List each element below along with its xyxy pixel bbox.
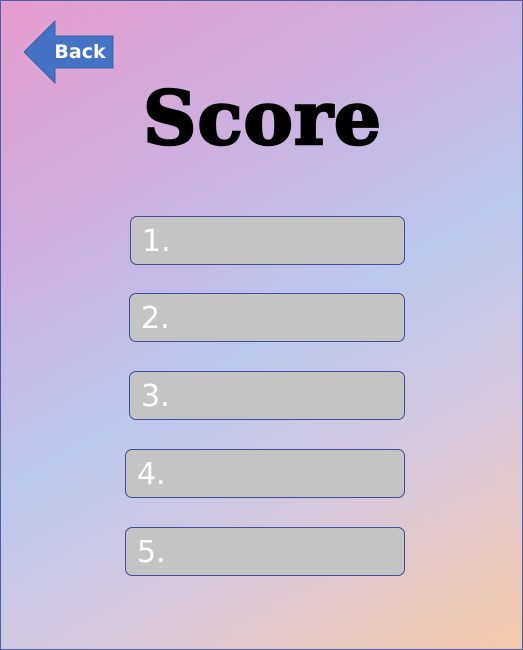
score-rank: 1. bbox=[142, 224, 171, 259]
score-slot-5: 5. bbox=[125, 527, 405, 576]
score-rank: 5. bbox=[137, 535, 166, 570]
score-rank: 2. bbox=[141, 301, 170, 336]
score-slot-2: 2. bbox=[129, 293, 405, 342]
score-rank: 3. bbox=[141, 379, 170, 414]
score-screen: Back Score 1. 2. 3. 4. 5. bbox=[0, 0, 523, 650]
page-title: Score bbox=[142, 75, 382, 164]
score-slot-1: 1. bbox=[130, 216, 405, 265]
score-slot-3: 3. bbox=[129, 371, 405, 420]
score-slot-4: 4. bbox=[125, 449, 405, 498]
score-rank: 4. bbox=[137, 457, 166, 492]
